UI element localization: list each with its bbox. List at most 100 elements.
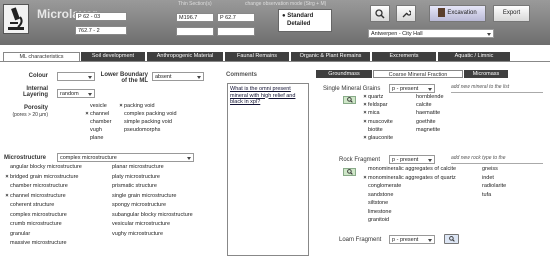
microlayer-code-field[interactable]: 762.7 - 2: [75, 26, 127, 35]
checkbox-item[interactable]: prismatic structure: [106, 183, 193, 193]
single-mineral-presence-select[interactable]: p - present: [389, 84, 435, 93]
search-button[interactable]: [370, 5, 390, 22]
checkbox-item[interactable]: hornblende: [410, 94, 444, 102]
export-button[interactable]: Export: [493, 5, 530, 22]
checkbox-item[interactable]: ×muscovite: [362, 119, 393, 127]
tab-aquatic-limnic[interactable]: Aquatic / Limnic: [438, 52, 511, 61]
checkbox-item[interactable]: vesicular microstructure: [106, 221, 193, 231]
checkbox-item[interactable]: coherent structure: [4, 202, 82, 212]
checkbox-item[interactable]: limestone: [362, 209, 456, 218]
checkbox-item[interactable]: ×channel: [84, 111, 111, 119]
checkbox-item[interactable]: angular blocky microstructure: [4, 164, 82, 174]
checkbox-item[interactable]: massive microstructure: [4, 240, 82, 250]
checkbox-item[interactable]: granitoid: [362, 217, 456, 226]
thin-section-code-field[interactable]: M196.7: [176, 13, 214, 22]
checkbox-label: platy microstructure: [112, 173, 160, 180]
add-mineral-search-button[interactable]: [343, 96, 356, 104]
comments-label: Comments: [226, 72, 258, 78]
settings-button[interactable]: [396, 5, 416, 22]
tab-excrements[interactable]: Excrements: [372, 52, 437, 61]
checkbox-item[interactable]: magnetite: [410, 127, 444, 135]
add-mineral-input[interactable]: [451, 92, 543, 93]
comments-textarea[interactable]: What is the omni present mineral with hi…: [227, 83, 309, 256]
checkbox-label: vugh: [90, 127, 102, 133]
checkbox-item[interactable]: vugh: [84, 127, 111, 135]
site-select[interactable]: Antwerpen - City Hall: [368, 29, 494, 38]
subtab-micromass[interactable]: Micromass: [464, 70, 508, 78]
checkbox-item[interactable]: simple packing void: [118, 119, 177, 127]
checkbox-item[interactable]: complex microstructure: [4, 212, 82, 222]
checkbox-item[interactable]: indet: [476, 175, 506, 184]
checkbox-item[interactable]: planar microstructure: [106, 164, 193, 174]
rock-list-left: monomineralic aggregates of calcite ×mono…: [362, 166, 456, 226]
tab-faunal-remains[interactable]: Faunal Remains: [225, 52, 290, 61]
excavation-button[interactable]: Excavation: [429, 5, 486, 22]
checkbox-item[interactable]: subangular blocky microstructure: [106, 212, 193, 222]
checkbox-item[interactable]: monomineralic aggregates of calcite: [362, 166, 456, 175]
microstructure-list-left: angular blocky microstructure ×bridged gr…: [4, 164, 82, 250]
checkbox-item[interactable]: calcite: [410, 102, 444, 110]
checkbox-label: limestone: [368, 208, 392, 215]
add-rock-search-button[interactable]: [343, 168, 356, 176]
checkbox-item[interactable]: ×feldspar: [362, 102, 393, 110]
checkbox-item[interactable]: ×packing void: [118, 103, 177, 111]
checkbox-item[interactable]: conglomerate: [362, 183, 456, 192]
checkbox-label: pseudomorphs: [124, 127, 161, 133]
checkbox-item[interactable]: spongy microstructure: [106, 202, 193, 212]
microlayer-id-field[interactable]: P 62 - 03: [75, 12, 127, 21]
observation-mode-radio[interactable]: ● Standard Detailed: [278, 9, 332, 32]
checkbox-item[interactable]: vughy microstructure: [106, 231, 193, 241]
mode-option-detailed[interactable]: Detailed: [282, 20, 328, 28]
checkbox-label: siltstone: [368, 200, 389, 206]
checkbox-item[interactable]: ×monomineralic aggregates of quartz: [362, 175, 456, 184]
add-rock-input[interactable]: [451, 163, 543, 164]
checkbox-item[interactable]: ×glauconite: [362, 135, 393, 143]
tab-ml-characteristics[interactable]: ML characteristics: [3, 52, 80, 61]
checkbox-item[interactable]: ×mica: [362, 110, 393, 118]
checkbox-item[interactable]: chamber microstructure: [4, 183, 82, 193]
thin-section-sample-field[interactable]: P 62.7: [217, 13, 255, 22]
checkbox-label: channel: [90, 111, 110, 117]
checkbox-item[interactable]: biotite: [362, 127, 393, 135]
mode-option-standard[interactable]: ● Standard: [282, 12, 328, 20]
thin-section-extra-field-1[interactable]: [176, 27, 214, 36]
checkbox-item[interactable]: gneiss: [476, 166, 506, 175]
checkbox-label: sandstone: [368, 191, 394, 198]
checkbox-label: magnetite: [416, 126, 441, 133]
checkbox-item[interactable]: plane: [84, 135, 111, 143]
tab-anthropogenic-material[interactable]: Anthropogenic Material: [147, 52, 224, 61]
checkbox-item[interactable]: crumb microstructure: [4, 221, 82, 231]
rock-fragment-presence-select[interactable]: p - present: [389, 155, 435, 164]
internal-layering-select[interactable]: random: [57, 89, 95, 98]
checkbox-item[interactable]: granular: [4, 231, 82, 241]
checkbox-item[interactable]: ×bridged grain microstructure: [4, 174, 82, 184]
checkbox-label: complex packing void: [124, 111, 177, 117]
subtab-coarse-mineral-fraction[interactable]: Coarse Mineral Fraction: [373, 70, 463, 78]
tab-soil-development[interactable]: Soil development: [81, 52, 146, 61]
loam-fragment-presence-select[interactable]: p - present: [389, 235, 435, 244]
subtab-groundmass[interactable]: Groundmass: [316, 70, 372, 78]
checkbox-item[interactable]: radiolarite: [476, 183, 506, 192]
tab-organic-plant-remains[interactable]: Organic & Plant Remains: [291, 52, 371, 61]
checkbox-item[interactable]: pseudomorphs: [118, 127, 177, 135]
checkbox-label: packing void: [124, 103, 155, 109]
checkbox-item[interactable]: platy microstructure: [106, 174, 193, 184]
checkbox-item[interactable]: haematite: [410, 110, 444, 118]
checkbox-item[interactable]: vesicle: [84, 103, 111, 111]
porosity-label: Porosity: [23, 105, 48, 111]
checkbox-item[interactable]: tufa: [476, 192, 506, 201]
checkbox-item[interactable]: ×quartz: [362, 94, 393, 102]
checkbox-item[interactable]: ×channel microstructure: [4, 193, 82, 203]
checkbox-label: massive microstructure: [10, 240, 67, 246]
lower-boundary-select[interactable]: absent: [152, 72, 204, 81]
loam-search-button[interactable]: [444, 234, 459, 244]
checkbox-item[interactable]: siltstone: [362, 200, 456, 209]
thin-section-extra-field-2[interactable]: [217, 27, 255, 36]
checkbox-item[interactable]: chamber: [84, 119, 111, 127]
colour-select[interactable]: [57, 72, 95, 81]
checkbox-item[interactable]: sandstone: [362, 192, 456, 201]
checkbox-item[interactable]: complex packing void: [118, 111, 177, 119]
checkbox-item[interactable]: goethite: [410, 119, 444, 127]
checkbox-item[interactable]: single grain microstructure: [106, 193, 193, 203]
microstructure-select[interactable]: complex microstructure: [57, 153, 194, 162]
